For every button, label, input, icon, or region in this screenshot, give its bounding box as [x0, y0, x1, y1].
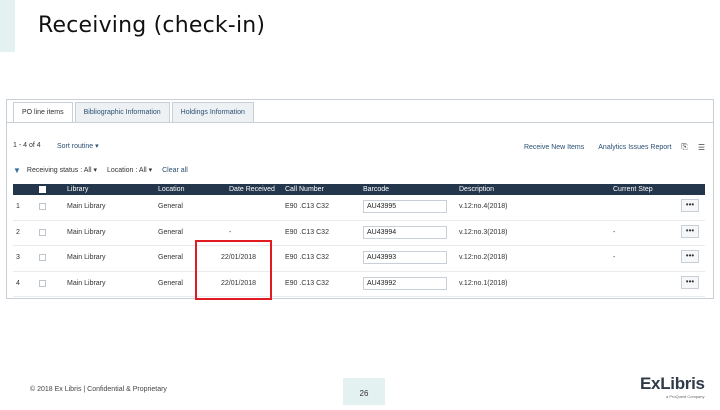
- table-row: 3 Main Library General 22/01/2018 E90 .C…: [13, 246, 705, 272]
- location-cell: General: [158, 279, 183, 287]
- select-all-checkbox[interactable]: [39, 185, 46, 195]
- tab-divider: [7, 122, 713, 123]
- location-filter[interactable]: Location : All ▾: [107, 166, 152, 174]
- location-cell: General: [158, 254, 183, 261]
- tab-po-line-items[interactable]: PO line items: [13, 102, 73, 122]
- call-number-cell: E90 .C13 C32: [285, 279, 329, 287]
- results-count: 1 - 4 of 4: [13, 142, 41, 149]
- tab-bar: PO line items Bibliographic Information …: [13, 102, 256, 122]
- location-cell: General: [158, 203, 183, 210]
- table-header: Library Location Date Received Call Numb…: [13, 184, 705, 195]
- call-number-cell: E90 .C13 C32: [285, 203, 329, 210]
- page-number: 26: [343, 378, 385, 405]
- items-table: Library Location Date Received Call Numb…: [13, 184, 705, 297]
- description-cell: v.12:no.1(2018): [459, 279, 508, 287]
- tab-bibliographic-information[interactable]: Bibliographic Information: [74, 102, 170, 122]
- alma-screenshot: PO line items Bibliographic Information …: [6, 99, 714, 299]
- filter-bar: ▼ Receiving status : All ▾ Location : Al…: [13, 164, 188, 176]
- slide-accent-bar: [0, 0, 15, 52]
- row-actions-button[interactable]: •••: [681, 275, 699, 289]
- row-number: 2: [16, 228, 20, 236]
- library-cell: Main Library: [67, 254, 106, 261]
- row-actions-button[interactable]: •••: [681, 224, 699, 238]
- logo-wordmark: ExLibris: [640, 374, 705, 393]
- column-header-description[interactable]: Description: [459, 186, 494, 193]
- clear-all-link[interactable]: Clear all: [162, 167, 188, 174]
- barcode-input[interactable]: AU43995: [363, 200, 447, 213]
- column-header-current-step[interactable]: Current Step: [613, 186, 653, 193]
- row-number: 3: [16, 254, 20, 261]
- description-cell: v.12:no.3(2018): [459, 228, 508, 236]
- row-checkbox[interactable]: [39, 203, 46, 212]
- column-header-barcode[interactable]: Barcode: [363, 186, 389, 193]
- list-icon[interactable]: ☰: [698, 143, 705, 152]
- receive-new-items-link[interactable]: Receive New Items: [524, 144, 584, 151]
- analytics-issues-report-link[interactable]: Analytics Issues Report: [598, 144, 671, 151]
- filter-icon[interactable]: ▼: [13, 166, 21, 175]
- column-header-call-number[interactable]: Call Number: [285, 186, 324, 193]
- date-received-highlight-box: [195, 240, 272, 300]
- description-cell: v.12:no.2(2018): [459, 254, 508, 261]
- table-row: 2 Main Library General - E90 .C13 C32 AU…: [13, 221, 705, 246]
- sort-routine-dropdown[interactable]: Sort routine ▾: [57, 142, 99, 150]
- export-icon[interactable]: ⎘: [681, 142, 687, 152]
- row-checkbox[interactable]: [39, 254, 46, 263]
- column-header-location[interactable]: Location: [158, 186, 184, 193]
- barcode-input[interactable]: AU43993: [363, 251, 447, 264]
- barcode-input[interactable]: AU43994: [363, 225, 447, 239]
- row-checkbox[interactable]: [39, 228, 46, 238]
- exlibris-logo: ExLibris a ProQuest Company: [640, 374, 708, 402]
- toolbar-actions: Receive New Items Analytics Issues Repor…: [510, 142, 705, 152]
- row-checkbox[interactable]: [39, 279, 46, 289]
- call-number-cell: E90 .C13 C32: [285, 228, 329, 236]
- row-number: 1: [16, 203, 20, 210]
- current-step-cell: -: [613, 228, 616, 236]
- slide-title: Receiving (check-in): [38, 13, 266, 38]
- library-cell: Main Library: [67, 203, 106, 210]
- column-header-library[interactable]: Library: [67, 186, 88, 193]
- tab-holdings-information[interactable]: Holdings Information: [171, 102, 254, 122]
- description-cell: v.12:no.4(2018): [459, 203, 508, 210]
- receiving-status-filter[interactable]: Receiving status : All ▾: [27, 166, 97, 174]
- results-toolbar: 1 - 4 of 4 Sort routine ▾ Receive New It…: [13, 142, 705, 154]
- table-row: 1 Main Library General E90 .C13 C32 AU43…: [13, 195, 705, 221]
- library-cell: Main Library: [67, 228, 106, 236]
- location-cell: General: [158, 228, 183, 236]
- barcode-input[interactable]: AU43992: [363, 276, 447, 290]
- row-actions-button[interactable]: •••: [681, 199, 699, 212]
- call-number-cell: E90 .C13 C32: [285, 254, 329, 261]
- logo-subtext: a ProQuest Company: [666, 394, 705, 399]
- current-step-cell: -: [613, 254, 616, 261]
- date-received-cell: -: [229, 228, 232, 236]
- table-row: 4 Main Library General 22/01/2018 E90 .C…: [13, 272, 705, 297]
- library-cell: Main Library: [67, 279, 106, 287]
- footer-copyright: © 2018 Ex Libris | Confidential & Propri…: [30, 386, 167, 393]
- row-number: 4: [16, 279, 20, 287]
- row-actions-button[interactable]: •••: [681, 250, 699, 263]
- column-header-date-received[interactable]: Date Received: [229, 186, 275, 193]
